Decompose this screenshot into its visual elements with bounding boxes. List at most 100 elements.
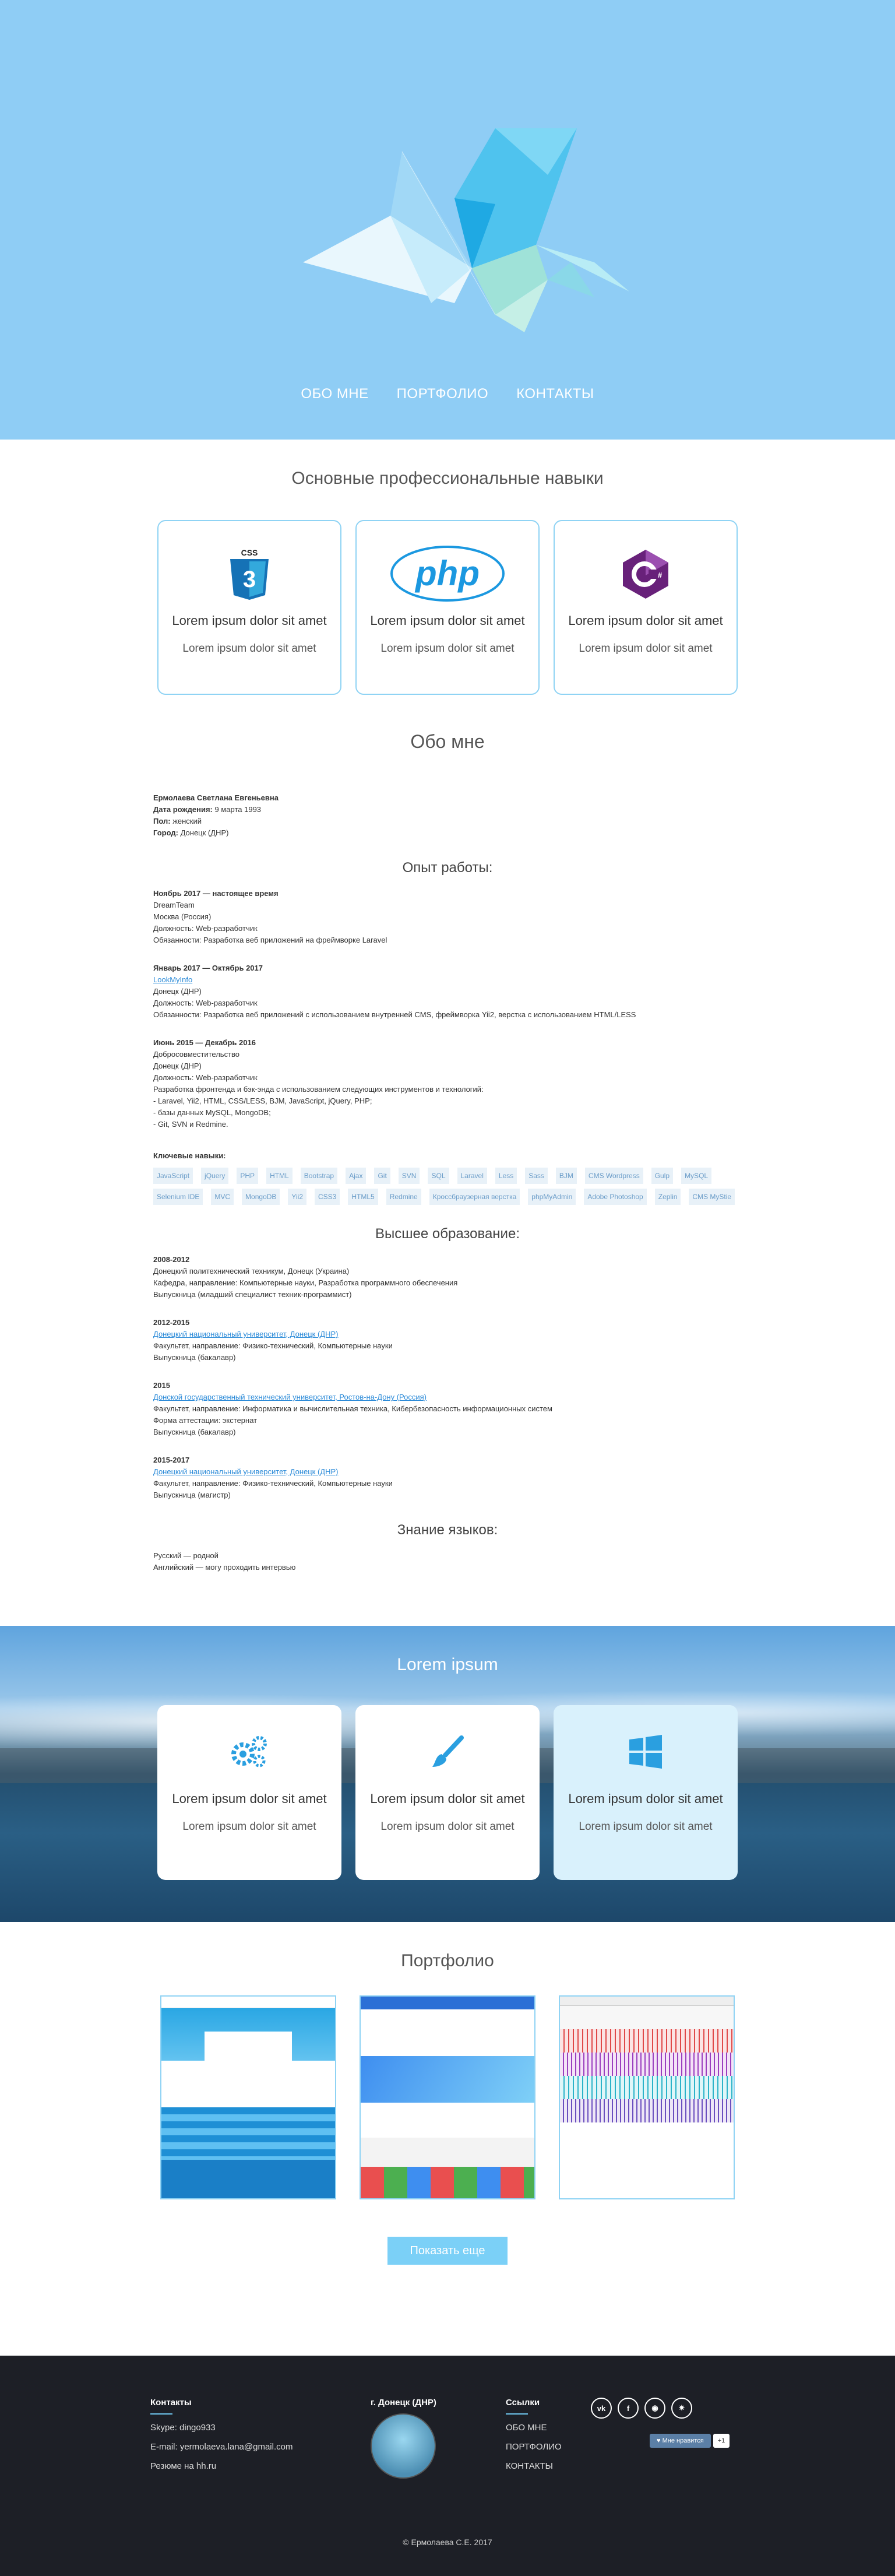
about-section: Обо мне Ермолаева Светлана Евгеньевна Да… — [0, 708, 895, 1573]
brush-icon — [355, 1723, 540, 1781]
job-item: Июнь 2015 — Декабрь 2016 Добросовместите… — [153, 1037, 742, 1130]
service-card: Lorem ipsum dolor sit amet Lorem ipsum d… — [355, 1705, 540, 1880]
footer-link-contacts[interactable]: КОНТАКТЫ — [506, 2461, 562, 2471]
university-link[interactable]: Донской государственный технический унив… — [153, 1393, 427, 1401]
sex-label: Пол: — [153, 817, 171, 825]
service-card-text: Lorem ipsum dolor sit amet — [380, 1821, 515, 1833]
like-count: +1 — [713, 2434, 730, 2448]
portfolio-section: Портфолио Показать еще — [0, 1922, 895, 2356]
svg-text:3: 3 — [243, 567, 256, 592]
job-line: Донецк (ДНР) — [153, 1062, 202, 1070]
sex-value: женский — [172, 817, 202, 825]
nav-portfolio[interactable]: ПОРТФОЛИО — [397, 386, 489, 402]
edu-line: Факультет, направление: Информатика и вы… — [153, 1404, 552, 1413]
skill-tag: Laravel — [457, 1168, 487, 1184]
university-link[interactable]: Донецкий национальный университет, Донец… — [153, 1330, 339, 1338]
skill-tag: jQuery — [201, 1168, 229, 1184]
job-line: Должность: Web-разработчик — [153, 999, 258, 1007]
portfolio-item[interactable] — [559, 1995, 735, 2199]
edu-years: 2008-2012 — [153, 1255, 190, 1264]
hero: ОБО МНЕ ПОРТФОЛИО КОНТАКТЫ — [0, 0, 895, 440]
skill-tag: HTML5 — [348, 1189, 378, 1205]
job-line: Должность: Web-разработчик — [153, 1073, 258, 1082]
language-item: Русский — родной — [153, 1551, 219, 1560]
service-card: Lorem ipsum dolor sit amet Lorem ipsum d… — [554, 1705, 738, 1880]
company-link[interactable]: LookMyInfo — [153, 975, 192, 984]
education-item: 2012-2015 Донецкий национальный универси… — [153, 1317, 742, 1363]
services-title: Lorem ipsum — [397, 1655, 498, 1674]
edu-line: Выпускница (магистр) — [153, 1491, 231, 1499]
job-line: - Git, SVN и Redmine. — [153, 1120, 228, 1129]
portfolio-item[interactable] — [360, 1995, 535, 2199]
education-item: 2015-2017 Донецкий национальный универси… — [153, 1454, 742, 1501]
service-card: Lorem ipsum dolor sit amet Lorem ipsum d… — [157, 1705, 341, 1880]
bitbucket-icon[interactable]: ✷ — [671, 2398, 692, 2419]
job-line: Обязанности: Разработка веб приложений н… — [153, 936, 387, 944]
skill-tag: MVC — [211, 1189, 234, 1205]
heading-underline — [150, 2413, 172, 2415]
skill-tag: MySQL — [681, 1168, 712, 1184]
education-title: Высшее образование: — [375, 1226, 520, 1242]
skill-tag: Yii2 — [288, 1189, 306, 1205]
job-line: DreamTeam — [153, 901, 195, 909]
skill-tag: MongoDB — [242, 1189, 280, 1205]
university-link[interactable]: Донецкий национальный университет, Донец… — [153, 1467, 339, 1476]
education-item: 2008-2012 Донецкий политехнический техни… — [153, 1254, 742, 1301]
service-card-text: Lorem ipsum dolor sit amet — [579, 1821, 713, 1833]
edu-years: 2015 — [153, 1381, 170, 1390]
footer-link-portfolio[interactable]: ПОРТФОЛИО — [506, 2442, 562, 2452]
skill-tag: SVN — [398, 1168, 420, 1184]
vk-icon[interactable]: vk — [591, 2398, 612, 2419]
skill-tag: Adobe Photoshop — [584, 1189, 647, 1205]
svg-text:php: php — [414, 554, 480, 593]
github-icon[interactable]: ◉ — [644, 2398, 665, 2419]
job-period: Июнь 2015 — Декабрь 2016 — [153, 1038, 256, 1047]
education-item: 2015 Донской государственный технический… — [153, 1380, 742, 1438]
job-line: - базы данных MySQL, MongoDB; — [153, 1108, 271, 1117]
skill-card-text: Lorem ipsum dolor sit amet — [380, 642, 515, 655]
gears-icon — [157, 1723, 341, 1781]
resume-link[interactable]: Резюме на hh.ru — [150, 2461, 293, 2471]
skill-tag: CMS Wordpress — [584, 1168, 643, 1184]
nav-contacts[interactable]: КОНТАКТЫ — [516, 386, 594, 402]
nav-about[interactable]: ОБО МНЕ — [301, 386, 368, 402]
social-icons: vk f ◉ ✷ — [591, 2398, 692, 2419]
edu-line: Кафедра, направление: Компьютерные науки… — [153, 1278, 458, 1287]
city-value: Донецк (ДНР) — [180, 828, 229, 837]
about-title: Обо мне — [410, 731, 485, 752]
skill-tag: HTML — [266, 1168, 293, 1184]
portfolio-title: Портфолио — [401, 1951, 494, 1970]
contacts-title: Контакты — [150, 2398, 192, 2408]
footer-link-about[interactable]: ОБО МНЕ — [506, 2423, 562, 2433]
skill-tag: JavaScript — [153, 1168, 193, 1184]
job-item: Январь 2017 — Октябрь 2017 LookMyInfo До… — [153, 962, 742, 1021]
portfolio-item[interactable] — [160, 1995, 336, 2199]
main-nav: ОБО МНЕ ПОРТФОЛИО КОНТАКТЫ — [0, 386, 895, 402]
skill-tag: PHP — [237, 1168, 259, 1184]
heading-underline — [506, 2413, 528, 2415]
language-item: Английский — могу проходить интервью — [153, 1563, 296, 1572]
edu-line: Факультет, направление: Физико-техническ… — [153, 1341, 393, 1350]
edu-line: Донецкий политехнический техникум, Донец… — [153, 1267, 350, 1275]
keywords-title: Ключевые навыки: — [153, 1151, 226, 1160]
avatar — [371, 2413, 436, 2479]
facebook-icon[interactable]: f — [618, 2398, 639, 2419]
job-item: Ноябрь 2017 — настоящее время DreamTeam … — [153, 888, 742, 946]
skill-tags: JavaScript jQuery PHP HTML Bootstrap Ajax Git S… — [153, 1168, 742, 1205]
copyright: © Ермолаева С.Е. 2017 — [403, 2538, 492, 2547]
footer-city: г. Донецк (ДНР) — [371, 2398, 436, 2479]
like-icon: ♥ — [657, 2437, 661, 2444]
city-label: Город: — [153, 828, 178, 837]
city-title: г. Донецк (ДНР) — [371, 2398, 436, 2408]
job-line: Добросовместительство — [153, 1050, 240, 1059]
skill-tag: Less — [495, 1168, 517, 1184]
skill-tag: Zeplin — [654, 1189, 681, 1205]
personal-info: Ермолаева Светлана Евгеньевна Дата рожде… — [153, 792, 742, 839]
show-more-button[interactable]: Показать еще — [387, 2237, 508, 2265]
job-period: Ноябрь 2017 — настоящее время — [153, 889, 279, 898]
skills-section: Основные профессиональные навыки CSS 3 L… — [0, 440, 895, 708]
like-button[interactable]: ♥ Мне нравится — [650, 2434, 711, 2448]
skill-tag: Кроссбраузерная верстка — [429, 1189, 520, 1205]
skill-tag: Git — [374, 1168, 390, 1184]
skill-tag: BJM — [555, 1168, 577, 1184]
